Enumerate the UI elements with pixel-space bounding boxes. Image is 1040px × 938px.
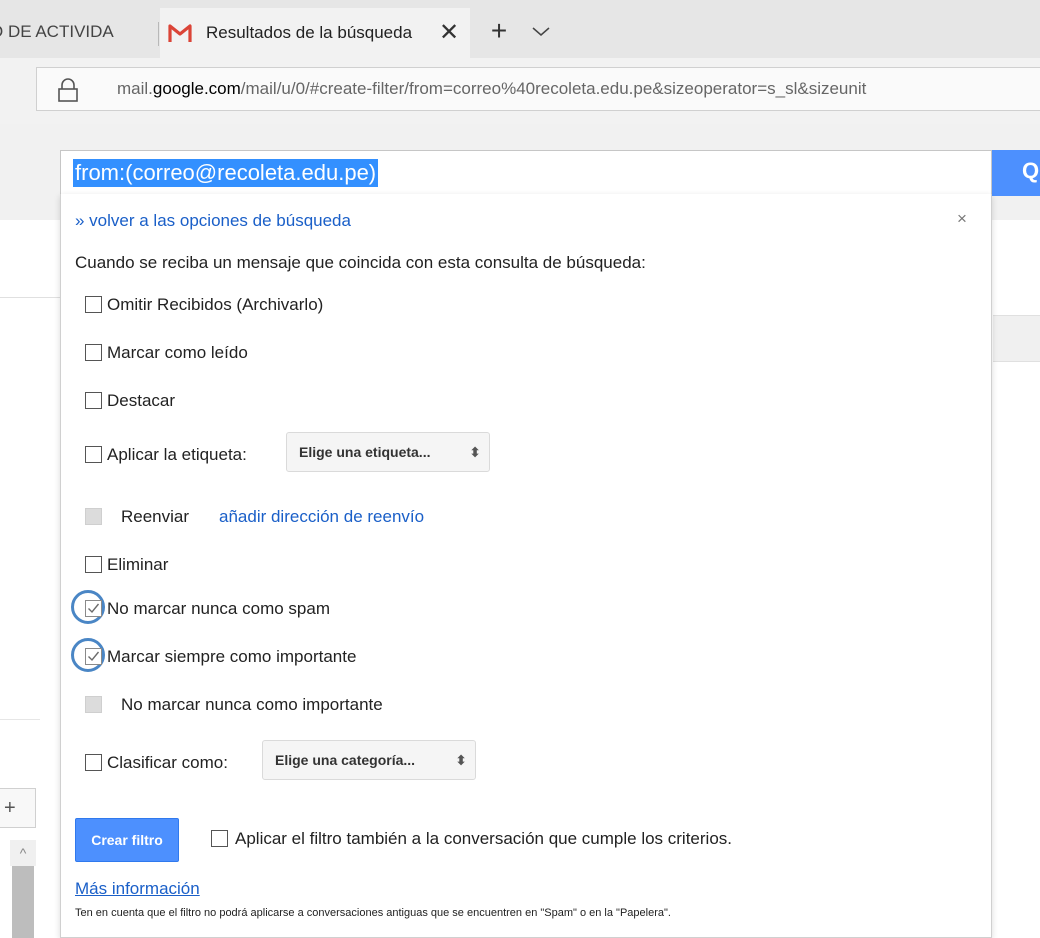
background-divider <box>0 297 60 298</box>
forward-label: Reenviar <box>121 507 190 526</box>
url-text: mail.google.com/mail/u/0/#create-filter/… <box>117 68 866 110</box>
back-to-search-options-link[interactable]: » volver a las opciones de búsqueda <box>75 210 351 232</box>
lock-icon <box>58 78 78 102</box>
scrollbar-thumb[interactable] <box>12 866 34 938</box>
tab-close-icon[interactable]: ✕ <box>436 20 462 46</box>
search-query-text: from:(correo@recoleta.edu.pe) <box>73 159 379 187</box>
filter-intro-text: Cuando se reciba un mensaje que coincida… <box>75 253 646 272</box>
chevron-down-icon[interactable] <box>530 20 552 42</box>
select-arrows-icon: ⬍ <box>469 444 481 460</box>
apply-label-checkbox[interactable] <box>85 446 102 463</box>
browser-tab-title: Resultados de la búsqueda <box>206 23 413 42</box>
url-prefix: mail. <box>117 79 153 98</box>
tab-separator <box>158 22 159 46</box>
star-checkbox[interactable] <box>85 392 102 409</box>
apply-label-label: Aplicar la etiqueta: <box>107 445 247 464</box>
apply-to-matching-label: Aplicar el filtro también a la conversac… <box>235 829 733 848</box>
mark-read-checkbox[interactable] <box>85 344 102 361</box>
skip-inbox-checkbox[interactable] <box>85 296 102 313</box>
category-select-value: Elige una categoría... <box>275 752 416 768</box>
search-icon: Q <box>1022 158 1040 183</box>
add-forwarding-address-link[interactable]: añadir dirección de reenvío <box>219 506 424 528</box>
apply-to-matching-checkbox[interactable] <box>211 830 228 847</box>
more-info-link[interactable]: Más información <box>75 878 200 900</box>
categorize-checkbox[interactable] <box>85 754 102 771</box>
filter-note-text: Ten en cuenta que el filtro no podrá apl… <box>75 907 671 919</box>
browser-tab-inactive-title: O DE ACTIVIDA <box>0 22 114 41</box>
star-label: Destacar <box>107 391 176 410</box>
new-tab-icon[interactable]: + <box>486 17 512 45</box>
select-arrows-icon: ⬍ <box>455 752 467 768</box>
never-spam-label: No marcar nunca como spam <box>107 599 330 618</box>
browser-tab-bar: O DE ACTIVIDA Resultados de la búsqueda … <box>0 0 1040 62</box>
delete-label: Eliminar <box>107 555 169 574</box>
browser-tab-inactive[interactable]: O DE ACTIVIDA <box>0 8 160 56</box>
mark-read-label: Marcar como leído <box>107 343 248 362</box>
skip-inbox-label: Omitir Recibidos (Archivarlo) <box>107 295 324 314</box>
url-domain: google.com <box>152 79 241 98</box>
close-icon[interactable]: × <box>957 208 967 230</box>
background-divider <box>0 719 40 720</box>
background-toolbar-strip <box>993 315 1040 362</box>
create-filter-button[interactable]: Crear filtro <box>75 818 179 862</box>
never-important-checkbox[interactable] <box>85 696 102 713</box>
category-select[interactable]: Elige una categoría... ⬍ <box>262 740 476 780</box>
delete-checkbox[interactable] <box>85 556 102 573</box>
check-icon <box>88 603 100 614</box>
search-button[interactable]: Q <box>992 150 1040 196</box>
always-important-label: Marcar siempre como importante <box>107 647 357 666</box>
url-path: /mail/u/0/#create-filter/from=correo%40r… <box>240 79 867 98</box>
never-spam-checkbox[interactable] <box>85 600 102 617</box>
search-input[interactable]: from:(correo@recoleta.edu.pe) <box>60 150 992 196</box>
add-icon[interactable]: + <box>0 788 36 828</box>
never-important-label: No marcar nunca como importante <box>121 695 383 714</box>
label-select-value: Elige una etiqueta... <box>299 444 431 460</box>
scroll-up-icon[interactable]: ^ <box>10 840 36 866</box>
categorize-label: Clasificar como: <box>107 753 228 772</box>
create-filter-dialog: » volver a las opciones de búsqueda × Cu… <box>60 194 992 938</box>
forward-checkbox[interactable] <box>85 508 102 525</box>
browser-tab-active[interactable]: Resultados de la búsqueda ✕ <box>160 8 470 58</box>
address-bar: mail.google.com/mail/u/0/#create-filter/… <box>0 58 1040 124</box>
url-field[interactable]: mail.google.com/mail/u/0/#create-filter/… <box>36 67 1040 111</box>
gmail-icon <box>168 24 192 42</box>
check-icon <box>88 651 100 662</box>
label-select[interactable]: Elige una etiqueta... ⬍ <box>286 432 490 472</box>
always-important-checkbox[interactable] <box>85 648 102 665</box>
